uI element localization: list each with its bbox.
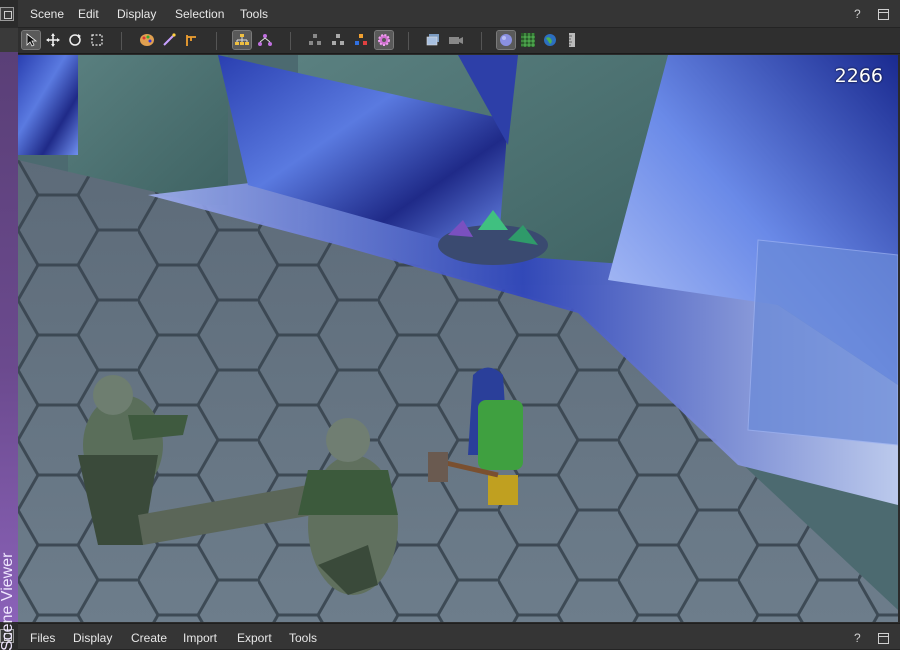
- top-menubar: Scene Edit Display Selection Tools ?: [18, 0, 900, 28]
- nodes-icon[interactable]: [256, 31, 274, 49]
- group-gray2-icon[interactable]: [329, 31, 347, 49]
- menu-scene[interactable]: Scene: [30, 0, 64, 28]
- globe-icon[interactable]: [541, 31, 559, 49]
- toolbar-separator: [290, 32, 291, 50]
- scale-box-icon[interactable]: [88, 31, 106, 49]
- hierarchy-icon[interactable]: [232, 30, 252, 50]
- menu-display[interactable]: Display: [117, 0, 156, 28]
- grid-icon[interactable]: [519, 31, 537, 49]
- menu-import[interactable]: Import: [183, 624, 217, 650]
- ruler-icon[interactable]: [563, 31, 581, 49]
- menu-display-bottom[interactable]: Display: [73, 624, 112, 650]
- scene-render: [18, 55, 898, 622]
- scene-viewport[interactable]: 2266: [18, 55, 898, 622]
- wand-icon[interactable]: [160, 31, 178, 49]
- menu-edit[interactable]: Edit: [78, 0, 99, 28]
- select-arrow-icon[interactable]: [21, 30, 41, 50]
- rotate-icon[interactable]: [66, 31, 84, 49]
- menu-selection[interactable]: Selection: [175, 0, 224, 28]
- group-gray-icon[interactable]: [306, 31, 324, 49]
- measure-icon[interactable]: [182, 31, 200, 49]
- toolbar-separator: [121, 32, 122, 50]
- scene-viewer-tab-label: Scene Viewer: [0, 552, 16, 650]
- toolbar-separator: [481, 32, 482, 50]
- menu-export[interactable]: Export: [237, 624, 272, 650]
- window-restore-button[interactable]: [0, 7, 14, 21]
- group-color-icon[interactable]: [352, 31, 370, 49]
- help-button-bottom[interactable]: ?: [854, 624, 861, 650]
- panel-minimize-button[interactable]: [878, 9, 889, 20]
- bottom-menubar: Files Display Create Import Export Tools…: [18, 623, 900, 650]
- help-button[interactable]: ?: [854, 0, 861, 28]
- panel-minimize-button-bottom[interactable]: [878, 633, 889, 644]
- menu-files[interactable]: Files: [30, 624, 55, 650]
- fps-counter: 2266: [834, 65, 883, 87]
- move-icon[interactable]: [44, 31, 62, 49]
- toolbar-separator: [216, 32, 217, 50]
- sphere-icon[interactable]: [496, 30, 516, 50]
- scene-viewer-tab[interactable]: Scene Viewer: [0, 52, 18, 650]
- layers-icon[interactable]: [424, 31, 442, 49]
- camera-icon[interactable]: [447, 31, 465, 49]
- side-tab: Scene Viewer: [0, 28, 18, 650]
- palette-icon[interactable]: [138, 31, 156, 49]
- gear-pink-icon[interactable]: [374, 30, 394, 50]
- toolbar-separator: [408, 32, 409, 50]
- menu-tools-bottom[interactable]: Tools: [289, 624, 317, 650]
- menu-create[interactable]: Create: [131, 624, 167, 650]
- toolbar: [18, 28, 900, 54]
- menu-tools[interactable]: Tools: [240, 0, 268, 28]
